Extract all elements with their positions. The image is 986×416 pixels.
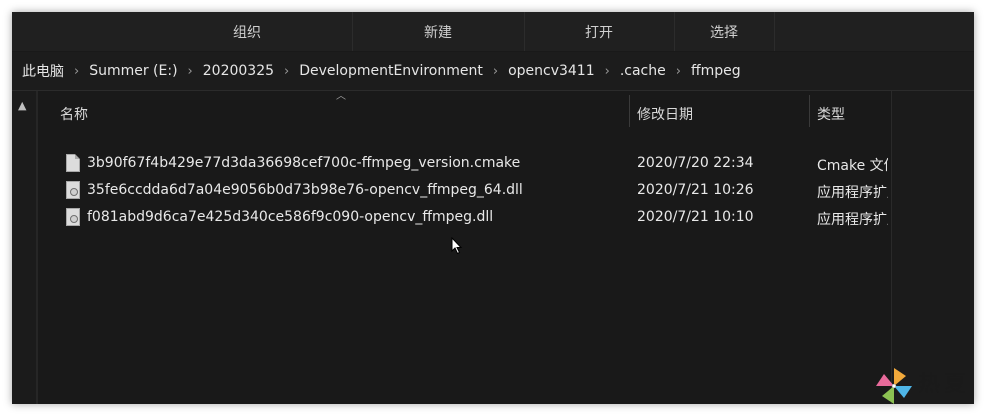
chevron-right-icon[interactable]: ›: [676, 64, 681, 79]
dll-file-icon: [66, 181, 80, 199]
chevron-right-icon[interactable]: ›: [493, 64, 498, 79]
ribbon-organize-label: 组织: [233, 24, 261, 41]
file-modified: 2020/7/20 22:34: [637, 155, 754, 171]
pinwheel-logo-icon: [876, 368, 912, 404]
file-row[interactable]: 35fe6ccdda6d7a04e9056b0d73b98e76-opencv_…: [58, 178, 888, 204]
ribbon-open-label: 打开: [585, 24, 613, 41]
file-name: f081abd9d6ca7e425d340ce586f9c090-opencv_…: [87, 209, 494, 225]
sort-ascending-icon: ︿: [336, 91, 346, 102]
column-divider[interactable]: [809, 95, 810, 127]
file-row[interactable]: f081abd9d6ca7e425d340ce586f9c090-opencv_…: [58, 205, 888, 231]
navigation-pane[interactable]: ▲: [12, 91, 36, 404]
ribbon-select[interactable]: 选择: [674, 12, 775, 51]
chevron-right-icon[interactable]: ›: [74, 64, 79, 79]
breadcrumb-folder-devenv[interactable]: DevelopmentEnvironment: [299, 63, 483, 79]
file-modified: 2020/7/21 10:26: [637, 182, 754, 198]
column-header-modified[interactable]: 修改日期: [637, 104, 693, 124]
file-type: 应用程序扩展: [817, 212, 888, 228]
breadcrumb-folder-date[interactable]: 20200325: [203, 63, 274, 79]
mouse-cursor-icon: [451, 237, 463, 255]
file-explorer-window: 组织 新建 打开 选择 此电脑 › Summer (E:) › 20200325…: [12, 12, 974, 404]
file-list: ︿ 名称 修改日期 类型 3b90f67f4b429e77d3da36698ce…: [38, 91, 891, 404]
file-name: 35fe6ccdda6d7a04e9056b0d73b98e76-opencv_…: [87, 182, 523, 198]
file-list-header: ︿ 名称 修改日期 类型: [38, 91, 891, 135]
ribbon-toolbar: 组织 新建 打开 选择: [12, 12, 974, 51]
dll-file-icon: [66, 208, 80, 226]
ribbon-new[interactable]: 新建: [352, 12, 525, 51]
file-row[interactable]: 3b90f67f4b429e77d3da36698cef700c-ffmpeg_…: [58, 151, 888, 177]
watermark: 热夏: [872, 364, 982, 410]
breadcrumb-folder-ffmpeg[interactable]: ffmpeg: [691, 63, 741, 79]
file-type: Cmake 文件: [817, 158, 888, 174]
address-bar[interactable]: 此电脑 › Summer (E:) › 20200325 › Developme…: [12, 52, 974, 91]
breadcrumb-drive[interactable]: Summer (E:): [89, 63, 177, 79]
breadcrumb-folder-opencv[interactable]: opencv3411: [508, 63, 595, 79]
ribbon-new-label: 新建: [424, 24, 452, 41]
chevron-right-icon[interactable]: ›: [188, 64, 193, 79]
preview-pane: [891, 91, 974, 404]
breadcrumb-this-pc[interactable]: 此电脑: [22, 61, 64, 81]
column-divider[interactable]: [629, 95, 630, 127]
scroll-up-icon[interactable]: ▲: [18, 99, 26, 112]
breadcrumb-folder-cache[interactable]: .cache: [620, 63, 666, 79]
ribbon-organize[interactable]: 组织: [142, 12, 353, 51]
column-header-name[interactable]: 名称: [60, 104, 88, 124]
ribbon-open[interactable]: 打开: [524, 12, 675, 51]
file-name: 3b90f67f4b429e77d3da36698cef700c-ffmpeg_…: [87, 155, 521, 171]
chevron-right-icon[interactable]: ›: [605, 64, 610, 79]
file-modified: 2020/7/21 10:10: [637, 209, 754, 225]
watermark-text: 热夏: [918, 372, 971, 397]
ribbon-select-label: 选择: [710, 24, 738, 41]
cmake-file-icon: [66, 154, 80, 172]
chevron-right-icon[interactable]: ›: [284, 64, 289, 79]
file-type: 应用程序扩展: [817, 185, 888, 201]
column-header-type[interactable]: 类型: [817, 104, 845, 124]
